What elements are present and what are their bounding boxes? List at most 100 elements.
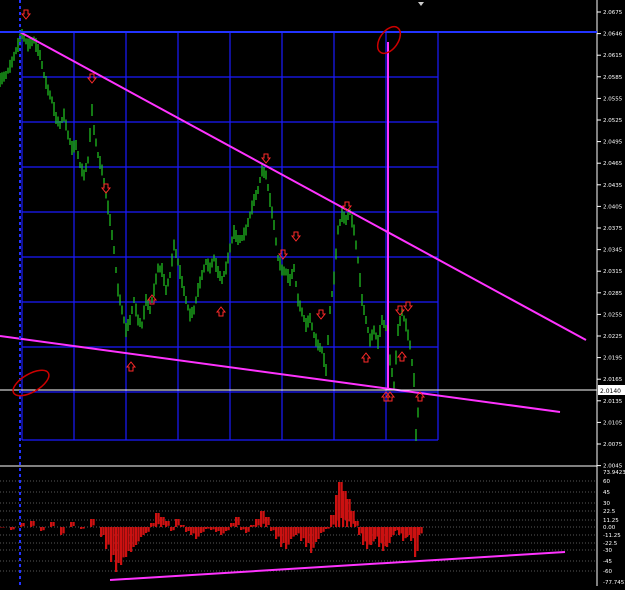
histogram-bar	[192, 527, 195, 534]
histogram-bar	[215, 527, 218, 532]
histogram-bar	[207, 527, 210, 529]
trendline-upper[interactable]	[19, 31, 587, 341]
signal-arrow-down	[290, 231, 302, 242]
histogram-bar	[157, 513, 160, 525]
price-axis-label: 2.0255	[603, 312, 623, 318]
histogram-bar	[275, 527, 278, 539]
histogram-bar	[90, 519, 93, 527]
histogram-bar	[242, 527, 245, 530]
histogram-bar	[414, 527, 417, 557]
histogram-bar	[137, 527, 140, 542]
histogram-bar	[342, 491, 345, 527]
histogram-bar	[406, 527, 409, 537]
price-chart[interactable]: 2.0675 2.0646 2.0615 2.0585 2.0555 2.0525 2.04…	[0, 0, 625, 586]
histogram-bar	[82, 527, 85, 529]
histogram-bar	[142, 527, 145, 535]
indicator-axis-label: -77.7451	[603, 580, 625, 586]
histogram-bar	[420, 527, 423, 534]
histogram-bar	[267, 517, 270, 525]
histogram-bar	[147, 527, 150, 532]
histogram-bar	[255, 519, 258, 527]
histogram-bar	[205, 527, 208, 529]
signal-arrow-down	[86, 73, 98, 84]
histogram-bar	[62, 527, 65, 534]
price-candles	[0, 29, 419, 441]
histogram-bar	[100, 527, 103, 537]
histogram-bar	[292, 527, 295, 537]
top-scroll-marker[interactable]	[418, 2, 424, 6]
histogram-bar	[317, 527, 320, 539]
histogram-bar	[235, 517, 238, 527]
indicator-axis-label: 22.5	[603, 509, 616, 515]
histogram-bar	[102, 527, 105, 535]
histogram-bar	[354, 521, 357, 527]
histogram-bar	[260, 511, 263, 527]
histogram-bar	[315, 527, 318, 542]
histogram-bar	[398, 527, 401, 535]
price-axis-label: 2.0075	[603, 442, 623, 448]
histogram-bar	[160, 517, 163, 527]
price-axis-label: 2.0465	[603, 161, 623, 167]
price-axis-label: 2.0345	[603, 248, 623, 254]
histogram-bar	[60, 527, 63, 535]
histogram-bar	[165, 521, 168, 527]
histogram-bar	[42, 527, 45, 531]
histogram-bar	[240, 527, 243, 530]
histogram-bar	[110, 527, 113, 562]
price-axis-label: 2.0045	[603, 464, 623, 470]
histogram-bar	[22, 523, 25, 527]
histogram-bar	[145, 527, 148, 533]
histogram-bar	[10, 527, 13, 530]
histogram-bar	[270, 527, 273, 531]
histogram-bar	[40, 527, 43, 531]
histogram-bar	[277, 527, 280, 537]
histogram-bar	[390, 527, 393, 537]
histogram-bar	[297, 527, 300, 534]
price-axis-label: 2.0165	[603, 377, 623, 383]
histogram-bar	[382, 527, 385, 551]
signal-arrow-down	[402, 301, 414, 312]
ellipse-marker-top[interactable]	[373, 23, 405, 58]
histogram-bar	[170, 527, 173, 531]
signal-arrow-up	[360, 352, 372, 363]
price-axis-label: 2.0285	[603, 291, 623, 297]
histogram-bar	[290, 527, 293, 539]
histogram-bar	[127, 527, 130, 551]
price-axis-label: 2.0675	[603, 10, 623, 16]
histogram-bar	[356, 521, 359, 526]
histogram-bar	[120, 527, 123, 565]
signal-arrow-down	[20, 9, 32, 20]
indicator-histogram	[0, 482, 423, 572]
ellipse-marker-left[interactable]	[9, 365, 53, 401]
histogram-bar	[230, 523, 233, 527]
histogram-bar	[410, 527, 413, 541]
histogram-bar	[222, 527, 225, 534]
histogram-bar	[52, 522, 55, 526]
histogram-bar	[386, 527, 389, 547]
indicator-axis-label: 73.9423	[603, 470, 625, 476]
histogram-bar	[358, 527, 361, 535]
price-axis-label: 2.0195	[603, 356, 623, 362]
histogram-bar	[325, 527, 328, 529]
price-axis-label: 2.0375	[603, 226, 623, 232]
histogram-bar	[335, 495, 338, 527]
histogram-bar	[50, 522, 53, 527]
histogram-bar	[180, 525, 183, 527]
histogram-bar	[370, 527, 373, 545]
indicator-axis-label: 0.00	[603, 525, 616, 531]
histogram-bar	[105, 527, 108, 549]
histogram-bar	[185, 527, 188, 532]
histogram-bar	[132, 527, 135, 547]
histogram-bar	[237, 517, 240, 525]
histogram-bar	[338, 482, 341, 527]
histogram-bar	[227, 527, 230, 531]
price-axis-label: 2.0495	[603, 140, 623, 146]
histogram-bar	[195, 527, 198, 539]
indicator-levels	[0, 480, 597, 572]
price-axis-label: 2.0525	[603, 118, 623, 124]
histogram-bar	[115, 527, 118, 572]
indicator-trendline[interactable]	[109, 551, 566, 581]
histogram-bar	[272, 527, 275, 531]
histogram-bar	[287, 527, 290, 545]
indicator-axis: 73.9423 60 45 30 22.5 11.250.00 -11.25 -22.5-30…	[603, 470, 625, 586]
